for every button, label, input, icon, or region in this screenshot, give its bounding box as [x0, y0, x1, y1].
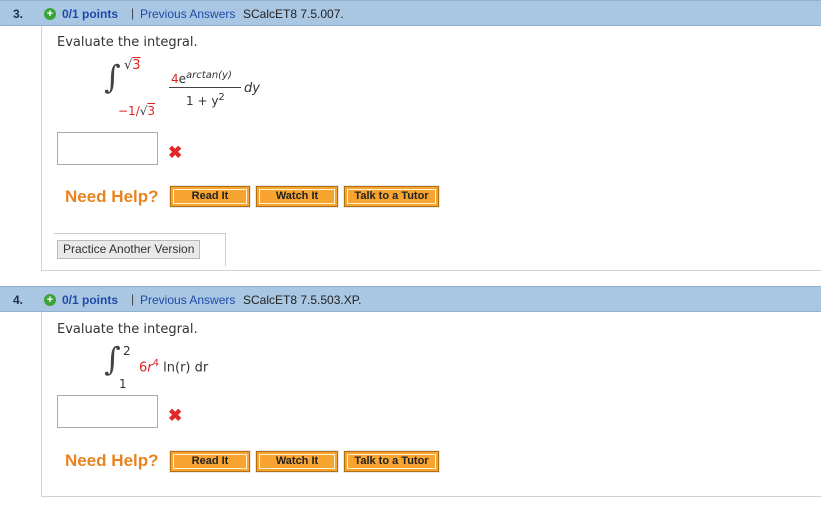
previous-answers-link[interactable]: Previous Answers: [140, 293, 235, 307]
integral-sign-icon: ∫: [104, 58, 121, 96]
question-prompt: Evaluate the integral.: [57, 35, 198, 50]
separator: |: [131, 6, 135, 20]
lower-limit-prefix: −1/: [118, 104, 140, 118]
question-4-body: Evaluate the integral. ∫ 2 1 6r4 ln(r) d…: [41, 312, 821, 497]
numerator-coefficient: 4: [171, 72, 179, 86]
points-link[interactable]: 0/1 points: [62, 7, 118, 21]
question-4-header: 4. + 0/1 points | Previous Answers SCalc…: [0, 286, 821, 312]
upper-limit-root: 3: [132, 58, 141, 73]
talk-to-tutor-button[interactable]: Talk to a Tutor: [343, 450, 440, 473]
incorrect-x-icon: ✖: [168, 143, 183, 162]
integrand-rest: ln(r) dr: [159, 360, 209, 376]
points-link[interactable]: 0/1 points: [62, 293, 118, 307]
denominator-base: 1 + y: [186, 94, 219, 108]
separator: |: [131, 292, 135, 306]
lower-limit: 1: [119, 377, 127, 391]
lower-limit: −1/√3: [118, 104, 156, 118]
need-help-label: Need Help?: [65, 451, 159, 470]
question-3-header: 3. + 0/1 points | Previous Answers SCalc…: [0, 0, 821, 26]
practice-another-version-button[interactable]: Practice Another Version: [57, 240, 201, 259]
watch-it-label: Watch It: [259, 189, 335, 204]
read-it-button[interactable]: Read It: [169, 450, 251, 473]
fraction-bar: [169, 87, 241, 88]
need-help-label: Need Help?: [65, 187, 159, 206]
question-number: 3.: [13, 7, 24, 21]
watch-it-button[interactable]: Watch It: [255, 450, 339, 473]
talk-to-tutor-label: Talk to a Tutor: [347, 454, 436, 469]
previous-answers-link[interactable]: Previous Answers: [140, 7, 235, 21]
upper-limit: 2: [123, 344, 131, 358]
watch-it-label: Watch It: [259, 454, 335, 469]
talk-to-tutor-label: Talk to a Tutor: [347, 189, 436, 204]
plus-icon[interactable]: +: [44, 294, 56, 306]
read-it-label: Read It: [173, 189, 247, 204]
question-source: SCalcET8 7.5.007.: [243, 7, 344, 21]
talk-to-tutor-button[interactable]: Talk to a Tutor: [343, 185, 440, 208]
integrand: 6r4 ln(r) dr: [139, 358, 208, 375]
read-it-button[interactable]: Read It: [169, 185, 251, 208]
question-3-body: Evaluate the integral. ∫ √3 −1/√3 4earct…: [41, 26, 821, 271]
integral-sign-icon: ∫: [104, 340, 121, 378]
incorrect-x-icon: ✖: [168, 406, 183, 425]
lower-limit-root: 3: [147, 104, 156, 118]
differential: dy: [244, 81, 260, 96]
numerator-exponent: arctan(y): [186, 70, 232, 81]
watch-it-button[interactable]: Watch It: [255, 185, 339, 208]
answer-input[interactable]: [57, 132, 158, 165]
answer-input[interactable]: [57, 395, 158, 428]
plus-icon[interactable]: +: [44, 8, 56, 20]
upper-limit: √3: [124, 58, 141, 73]
question-prompt: Evaluate the integral.: [57, 322, 198, 337]
question-number: 4.: [13, 293, 24, 307]
practice-panel: Practice Another Version: [54, 233, 226, 266]
read-it-label: Read It: [173, 454, 247, 469]
denominator: 1 + y2: [186, 92, 225, 108]
denominator-exponent: 2: [218, 92, 225, 103]
numerator-e: e: [178, 72, 187, 86]
question-source: SCalcET8 7.5.503.XP.: [243, 293, 362, 307]
numerator: 4earctan(y): [171, 70, 232, 86]
